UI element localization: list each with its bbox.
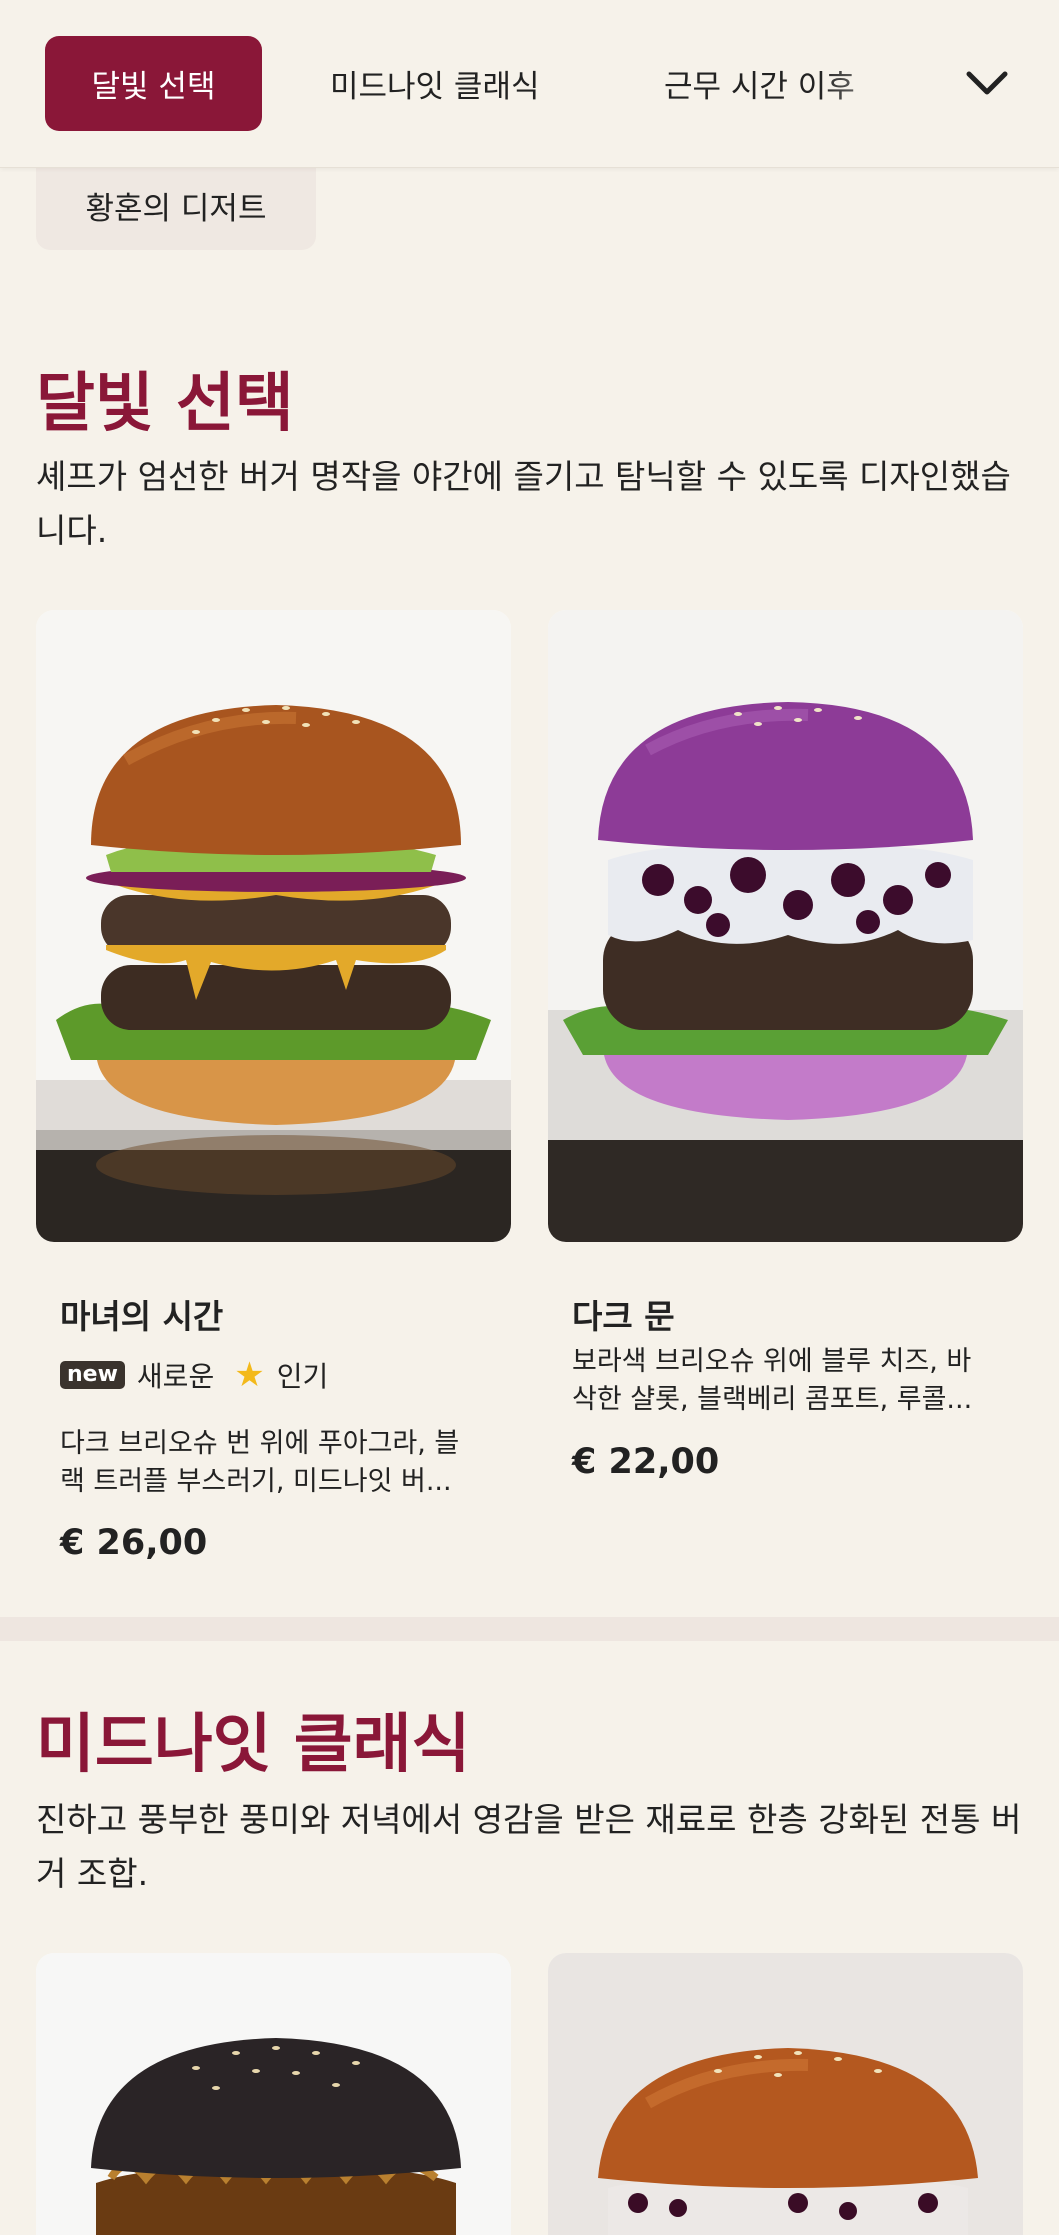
tab-twilight-desserts[interactable]: 황혼의 디저트 <box>36 160 316 250</box>
burger-brioche-berry-image[interactable] <box>548 1953 1023 2235</box>
star-icon: ★ <box>234 1355 265 1395</box>
section-description: 진하고 풍부한 풍미와 저녁에서 영감을 받은 재료로 한층 강화된 전통 버거… <box>36 1800 1022 1893</box>
new-badge: new <box>60 1361 125 1389</box>
tab-moonlight-selection[interactable]: 달빛 선택 <box>45 36 262 131</box>
item-name[interactable]: 마녀의 시간 <box>60 1290 223 1338</box>
section-title: 달빛 선택 <box>36 367 294 441</box>
burger-black-bun-image[interactable] <box>36 1953 511 2235</box>
category-nav: 달빛 선택 미드나잇 클래식 근무 시간 이후 <box>0 0 1059 168</box>
item-description: 보라색 브리오슈 위에 블루 치즈, 바삭한 샬롯, 블랙베리 콤포트, 루콜.… <box>572 1346 973 1415</box>
chevron-down-icon[interactable] <box>960 50 1014 116</box>
section-description: 셰프가 엄선한 버거 명작을 야간에 즐기고 탐닉할 수 있도록 디자인했습니다… <box>36 457 1011 550</box>
tab-midnight-classic[interactable]: 미드나잇 클래식 <box>330 36 540 131</box>
burger-purple-image[interactable] <box>548 610 1023 1242</box>
item-badges: new 새로운 ★ 인기 <box>60 1355 328 1395</box>
burger-classic-image[interactable] <box>36 610 511 1242</box>
item-price: € 22,00 <box>572 1442 720 1482</box>
item-description: 다크 브리오슈 번 위에 푸아그라, 블랙 트러플 부스러기, 미드나잇 버..… <box>60 1428 460 1497</box>
new-badge-label: 새로운 <box>136 1360 215 1393</box>
tabs-fade-overlay <box>820 20 940 150</box>
section-title: 미드나잇 클래식 <box>36 1708 471 1782</box>
item-price: € 26,00 <box>60 1523 208 1563</box>
item-name[interactable]: 다크 문 <box>572 1290 675 1338</box>
section-divider <box>0 1617 1059 1641</box>
popular-badge-label: 인기 <box>276 1360 329 1393</box>
